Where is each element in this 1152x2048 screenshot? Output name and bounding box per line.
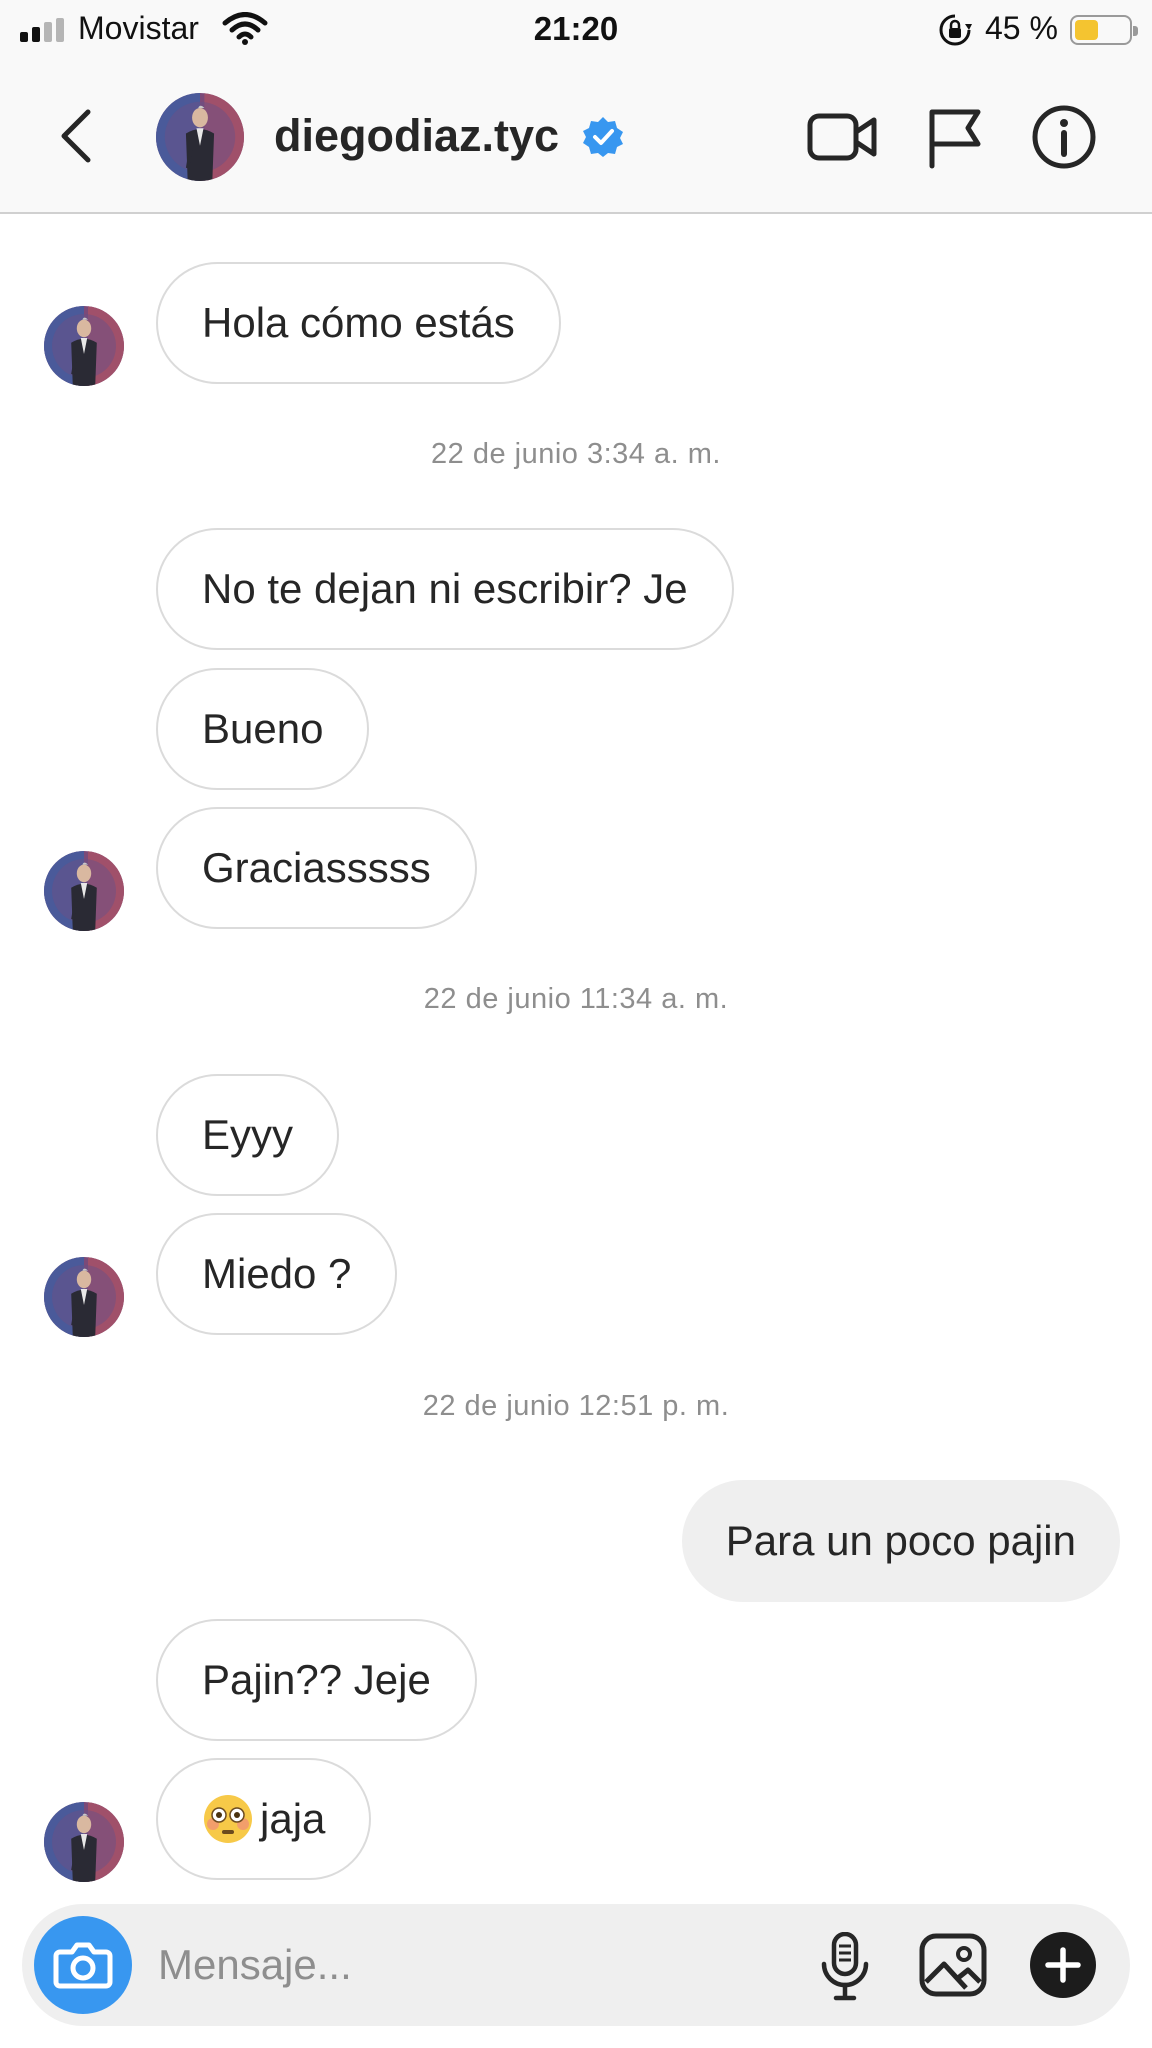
gallery-icon[interactable] bbox=[918, 1932, 988, 1998]
message-bubble-incoming[interactable]: Pajin?? Jeje bbox=[156, 1619, 477, 1741]
avatar-image bbox=[44, 1802, 124, 1882]
sender-avatar[interactable] bbox=[44, 1257, 124, 1337]
camera-button[interactable] bbox=[34, 1916, 132, 2014]
message-timestamp: 22 de junio 11:34 a. m. bbox=[423, 983, 729, 1015]
message-bubble-incoming[interactable]: Hola cómo estás bbox=[156, 262, 561, 384]
message-composer bbox=[22, 1904, 1130, 2026]
clock-time: 21:20 bbox=[533, 10, 619, 47]
battery-level-fill bbox=[1075, 20, 1098, 40]
sender-avatar[interactable] bbox=[44, 851, 124, 931]
message-bubble-incoming[interactable]: jaja bbox=[156, 1758, 372, 1880]
sender-avatar[interactable] bbox=[44, 306, 124, 386]
flushed-face-icon bbox=[204, 1794, 252, 1843]
message-bubble-incoming[interactable]: Graciasssss bbox=[156, 807, 477, 929]
chat-username[interactable]: diegodiaz.tyc bbox=[274, 110, 559, 162]
sender-avatar[interactable] bbox=[44, 1802, 124, 1882]
message-input[interactable] bbox=[158, 1904, 798, 2026]
avatar-image bbox=[44, 1257, 124, 1337]
message-bubble-incoming[interactable]: No te dejan ni escribir? Je bbox=[156, 528, 734, 650]
video-call-icon[interactable] bbox=[806, 104, 878, 170]
microphone-icon[interactable] bbox=[818, 1932, 872, 2002]
flag-icon[interactable] bbox=[926, 104, 984, 170]
battery-nub bbox=[1133, 26, 1138, 36]
message-bubble-incoming[interactable]: Eyyy bbox=[156, 1074, 340, 1196]
camera-icon bbox=[53, 1942, 113, 1989]
verified-badge-icon bbox=[583, 117, 623, 157]
message-timestamp: 22 de junio 3:34 a. m. bbox=[431, 438, 721, 470]
message-bubble-incoming[interactable]: Miedo ? bbox=[156, 1213, 398, 1335]
chat-header: diegodiaz.tyc bbox=[0, 58, 1152, 214]
status-bar: Movistar 21:20 45 % bbox=[0, 0, 1152, 58]
rotation-lock-icon bbox=[939, 14, 972, 46]
avatar-image bbox=[156, 93, 244, 181]
battery-icon bbox=[1070, 15, 1138, 45]
message-bubble-outgoing[interactable]: Para un poco pajin bbox=[681, 1480, 1120, 1602]
header-avatar[interactable] bbox=[156, 93, 244, 181]
info-icon[interactable] bbox=[1030, 104, 1098, 170]
message-timestamp: 22 de junio 12:51 p. m. bbox=[422, 1390, 730, 1422]
back-chevron-icon[interactable] bbox=[50, 104, 110, 168]
message-text: jaja bbox=[260, 1795, 326, 1842]
battery-percent: 45 % bbox=[985, 10, 1058, 46]
avatar-image bbox=[44, 851, 124, 931]
message-bubble-incoming[interactable]: Bueno bbox=[156, 668, 370, 790]
plus-icon[interactable] bbox=[1028, 1930, 1098, 2000]
avatar-image bbox=[44, 306, 124, 386]
